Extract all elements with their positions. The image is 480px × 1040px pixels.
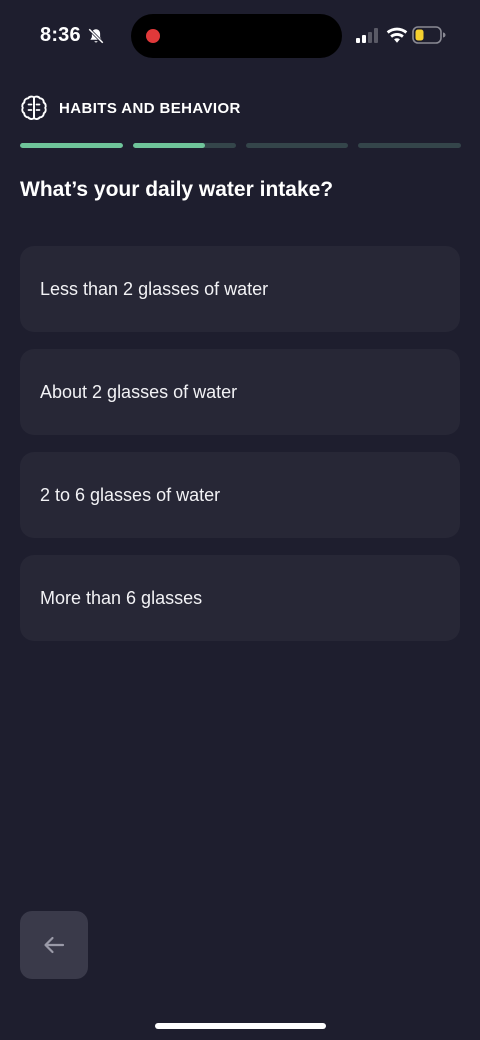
battery-low-icon bbox=[412, 26, 446, 44]
option-about-2-glasses[interactable]: About 2 glasses of water bbox=[20, 349, 460, 435]
section-header: HABITS AND BEHAVIOR bbox=[20, 94, 460, 124]
option-2-to-6-glasses[interactable]: 2 to 6 glasses of water bbox=[20, 452, 460, 538]
dynamic-island bbox=[131, 14, 342, 58]
status-time: 8:36 bbox=[40, 24, 81, 46]
option-less-than-2-glasses[interactable]: Less than 2 glasses of water bbox=[20, 246, 460, 332]
progress-bar bbox=[20, 143, 461, 148]
progress-segment-fill bbox=[132, 143, 205, 148]
progress-segment-fill bbox=[20, 143, 123, 148]
progress-segment bbox=[245, 143, 349, 148]
arrow-left-icon bbox=[44, 936, 65, 954]
recording-dot-icon bbox=[146, 29, 160, 43]
option-more-than-6-glasses[interactable]: More than 6 glasses bbox=[20, 555, 460, 641]
status-bar: 8:36 bbox=[0, 0, 480, 72]
progress-segment bbox=[20, 143, 123, 148]
progress-segment bbox=[358, 143, 461, 148]
progress-segment bbox=[132, 143, 236, 148]
home-indicator[interactable] bbox=[155, 1023, 326, 1029]
brain-icon bbox=[21, 95, 47, 120]
answer-options: Less than 2 glasses of water About 2 gla… bbox=[20, 246, 460, 658]
bell-slash-icon bbox=[88, 28, 104, 44]
signal-icon bbox=[356, 28, 378, 43]
wifi-icon bbox=[386, 27, 408, 43]
question-title: What’s your daily water intake? bbox=[20, 178, 334, 201]
back-button[interactable] bbox=[20, 911, 88, 979]
section-title: HABITS AND BEHAVIOR bbox=[59, 100, 241, 117]
